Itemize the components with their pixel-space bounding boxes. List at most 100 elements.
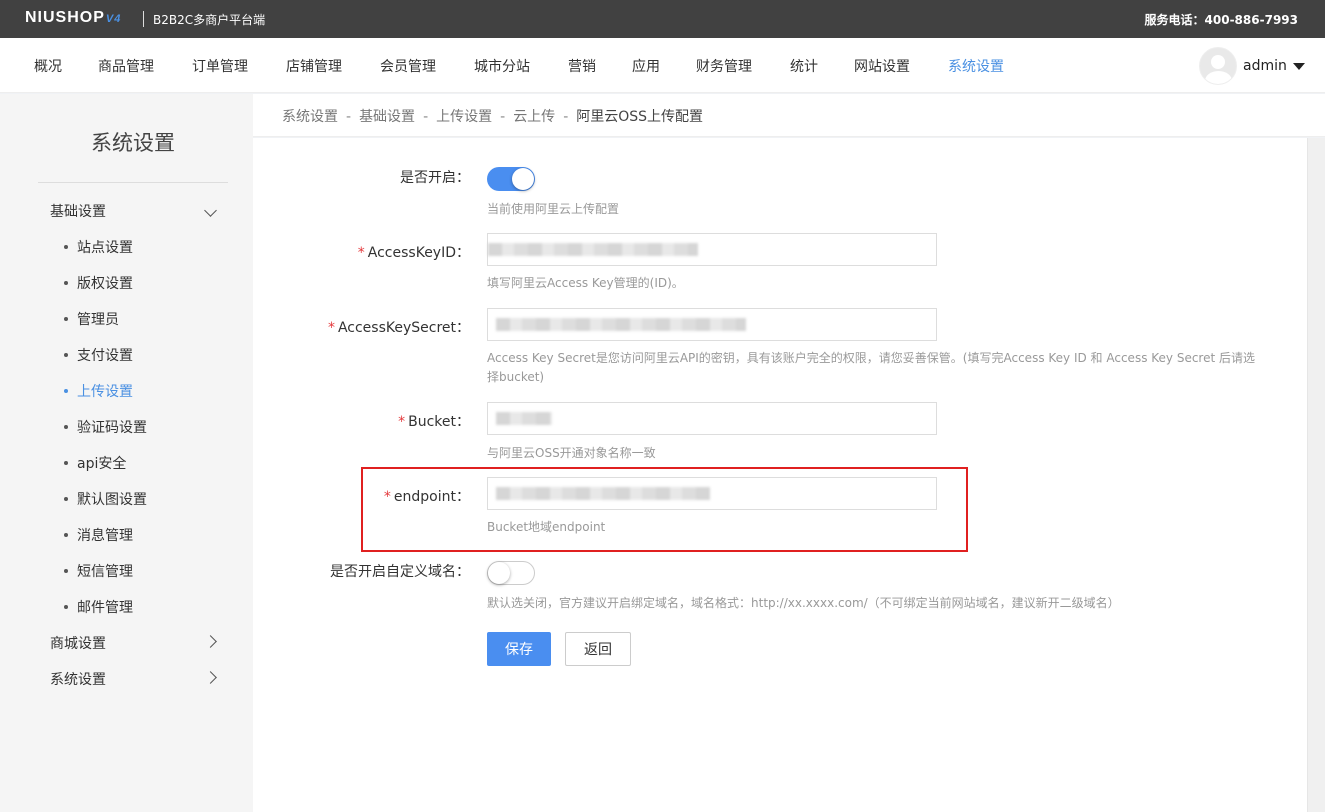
user-menu[interactable]: admin xyxy=(1199,46,1305,86)
nav-statistics[interactable]: 统计 xyxy=(790,56,818,76)
sidebar-item-sms[interactable]: 短信管理 xyxy=(64,561,133,581)
bullet-icon xyxy=(64,352,68,357)
logo-version: V4 xyxy=(105,13,122,25)
redacted-value xyxy=(496,318,746,331)
custom-domain-label: 是否开启自定义域名： xyxy=(330,564,470,580)
bullet-icon xyxy=(64,568,68,573)
bullet-icon xyxy=(64,496,68,501)
service-hotline: 服务电话：400-886-7993 xyxy=(1144,13,1298,27)
sidebar-item-captcha[interactable]: 验证码设置 xyxy=(64,417,147,437)
sidebar-item-default-images[interactable]: 默认图设置 xyxy=(64,489,147,509)
sidebar-item-messages[interactable]: 消息管理 xyxy=(64,525,133,545)
nav-shops[interactable]: 店铺管理 xyxy=(286,56,342,76)
bullet-icon xyxy=(64,604,68,609)
nav-apps[interactable]: 应用 xyxy=(632,56,660,76)
required-mark: * xyxy=(383,489,391,505)
scrollbar-track[interactable] xyxy=(1307,138,1325,812)
bullet-icon xyxy=(64,532,68,537)
header-divider xyxy=(143,11,144,27)
sidebar-item-label: api安全 xyxy=(77,456,127,472)
sidebar-item-label: 默认图设置 xyxy=(77,492,147,508)
sidebar-divider xyxy=(38,182,228,183)
breadcrumb-separator: - xyxy=(346,109,352,125)
enable-toggle[interactable] xyxy=(487,167,535,191)
breadcrumb: 系统设置 - 基础设置 - 上传设置 - 云上传 - 阿里云OSS上传配置 xyxy=(253,94,1325,137)
breadcrumb-item[interactable]: 系统设置 xyxy=(282,109,338,125)
bullet-icon xyxy=(64,316,68,321)
chevron-down-icon[interactable] xyxy=(204,204,217,217)
bullet-icon xyxy=(64,424,68,429)
sidebar-item-email[interactable]: 邮件管理 xyxy=(64,597,133,617)
breadcrumb-item[interactable]: 上传设置 xyxy=(436,109,492,125)
nav-website-settings[interactable]: 网站设置 xyxy=(854,56,910,76)
bullet-icon xyxy=(64,244,68,249)
breadcrumb-separator: - xyxy=(500,109,506,125)
endpoint-input[interactable] xyxy=(487,477,937,510)
nav-finance[interactable]: 财务管理 xyxy=(696,56,752,76)
access-key-secret-input[interactable] xyxy=(487,308,937,341)
bullet-icon xyxy=(64,460,68,465)
scrollbar[interactable] xyxy=(1307,138,1325,812)
endpoint-hint: Bucket地域endpoint xyxy=(487,520,606,534)
sidebar-item-label: 验证码设置 xyxy=(77,420,147,436)
bucket-hint: 与阿里云OSS开通对象名称一致 xyxy=(487,446,656,460)
caret-down-icon xyxy=(1292,62,1305,70)
sidebar: 系统设置 基础设置 站点设置 版权设置 管理员 支付设置 上传设置 验证码设置 … xyxy=(0,94,253,812)
sidebar-item-site[interactable]: 站点设置 xyxy=(64,237,133,257)
nav-city-station[interactable]: 城市分站 xyxy=(474,56,530,76)
back-button[interactable]: 返回 xyxy=(565,632,631,666)
save-button[interactable]: 保存 xyxy=(487,632,551,666)
sidebar-item-payment[interactable]: 支付设置 xyxy=(64,345,133,365)
sidebar-item-label: 消息管理 xyxy=(77,528,133,544)
nav-members[interactable]: 会员管理 xyxy=(380,56,436,76)
sidebar-item-label: 短信管理 xyxy=(77,564,133,580)
breadcrumb-item[interactable]: 云上传 xyxy=(513,109,555,125)
breadcrumb-current: 阿里云OSS上传配置 xyxy=(576,109,704,125)
toggle-knob xyxy=(512,168,534,190)
logo-text: NIUSHOP xyxy=(25,9,105,26)
sidebar-item-admins[interactable]: 管理员 xyxy=(64,309,119,329)
custom-domain-hint: 默认选关闭，官方建议开启绑定域名，域名格式：http://xx.xxxx.com… xyxy=(487,596,1120,610)
redacted-value xyxy=(488,243,698,256)
sidebar-item-upload[interactable]: 上传设置 xyxy=(64,381,133,401)
label-text: AccessKeyID： xyxy=(367,245,470,261)
platform-name: B2B2C多商户平台端 xyxy=(153,13,266,27)
label-text: endpoint： xyxy=(393,489,470,505)
sidebar-item-label: 管理员 xyxy=(77,312,119,328)
endpoint-label: * endpoint： xyxy=(300,486,470,506)
main-nav: 概况 商品管理 订单管理 店铺管理 会员管理 城市分站 营销 应用 财务管理 统… xyxy=(0,38,1325,93)
required-mark: * xyxy=(398,414,406,430)
top-bar: NIUSHOPV4 B2B2C多商户平台端 服务电话：400-886-7993 xyxy=(0,0,1325,38)
nav-orders[interactable]: 订单管理 xyxy=(192,56,248,76)
nav-marketing[interactable]: 营销 xyxy=(568,56,596,76)
label-text: AccessKeySecret： xyxy=(337,320,470,336)
access-key-secret-hint: Access Key Secret是您访问阿里云API的密钥，具有该账户完全的权… xyxy=(487,351,1255,384)
brand-logo[interactable]: NIUSHOPV4 xyxy=(25,9,121,27)
bullet-icon xyxy=(64,280,68,285)
nav-goods[interactable]: 商品管理 xyxy=(98,56,154,76)
nav-overview[interactable]: 概况 xyxy=(34,56,62,76)
sidebar-item-copyright[interactable]: 版权设置 xyxy=(64,273,133,293)
label-text: Bucket： xyxy=(408,414,470,430)
username: admin xyxy=(1243,58,1287,74)
sidebar-item-api-security[interactable]: api安全 xyxy=(64,453,126,473)
sidebar-group-basic[interactable]: 基础设置 xyxy=(50,201,106,221)
redacted-value xyxy=(496,412,552,425)
breadcrumb-separator: - xyxy=(423,109,429,125)
sidebar-group-system[interactable]: 系统设置 xyxy=(50,669,106,689)
access-key-id-hint: 填写阿里云Access Key管理的(ID)。 xyxy=(487,276,684,290)
bullet-icon xyxy=(64,388,68,393)
breadcrumb-item[interactable]: 基础设置 xyxy=(359,109,415,125)
access-key-id-input[interactable] xyxy=(487,233,937,266)
required-mark: * xyxy=(327,320,335,336)
sidebar-group-mall[interactable]: 商城设置 xyxy=(50,633,106,653)
custom-domain-toggle[interactable] xyxy=(487,561,535,585)
chevron-right-icon[interactable] xyxy=(204,671,217,684)
bucket-input[interactable] xyxy=(487,402,937,435)
chevron-right-icon[interactable] xyxy=(204,635,217,648)
bucket-label: * Bucket： xyxy=(300,411,470,431)
nav-system-settings[interactable]: 系统设置 xyxy=(948,56,1004,76)
sidebar-item-label: 邮件管理 xyxy=(77,600,133,616)
sidebar-item-label: 站点设置 xyxy=(77,240,133,256)
toggle-knob xyxy=(488,562,510,584)
